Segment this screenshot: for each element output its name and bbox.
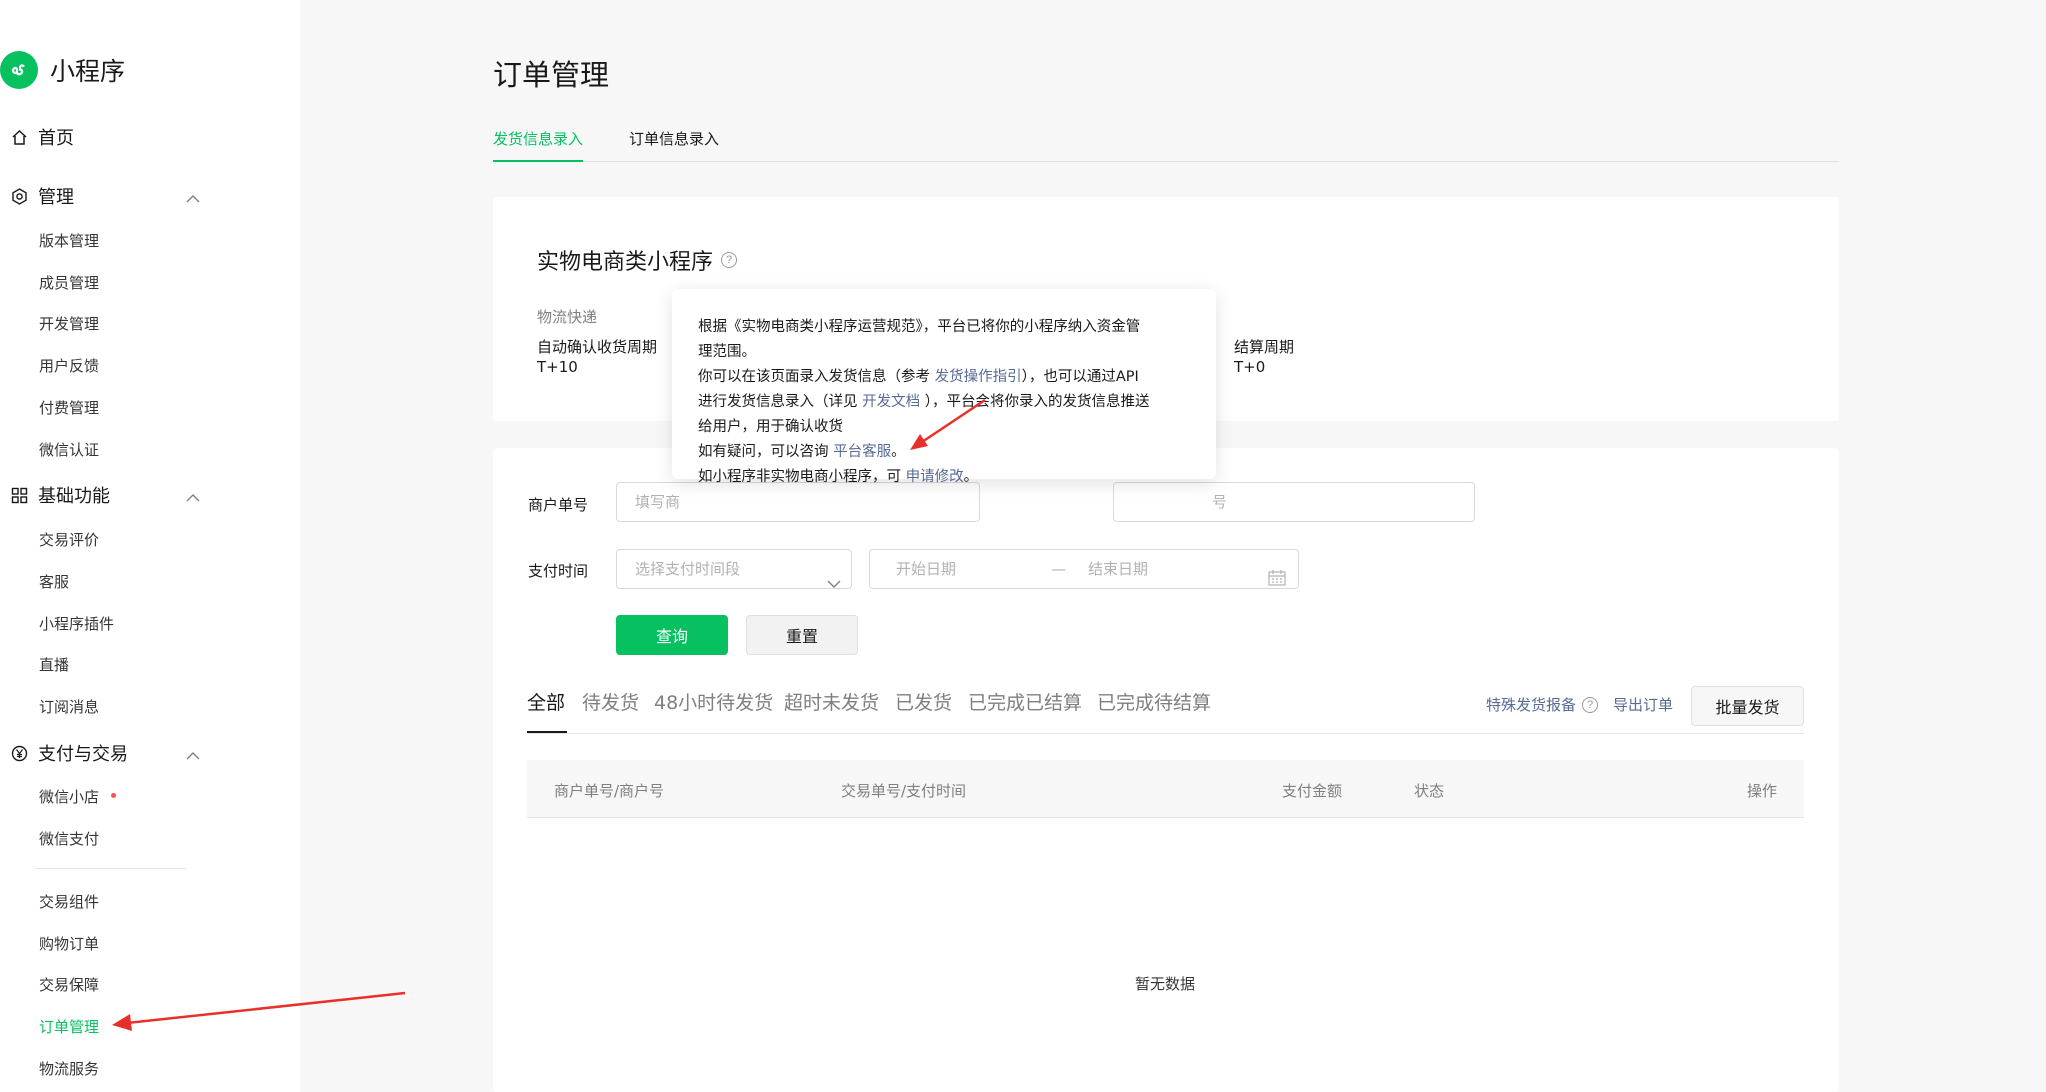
yuan-icon — [10, 744, 28, 762]
batch-ship-button[interactable]: 批量发货 — [1691, 686, 1804, 726]
dev-docs-link[interactable]: 开发文档 — [862, 394, 920, 410]
chevron-up-icon[interactable] — [186, 488, 200, 507]
query-button[interactable]: 查询 — [616, 615, 728, 655]
special-shipping-link[interactable]: 特殊发货报备 ? — [1486, 694, 1599, 715]
sidebar-item-label: 首页 — [38, 128, 74, 149]
confirm-period-value: T+10 — [537, 358, 578, 376]
sidebar-item-wechat-pay[interactable]: 微信支付 — [39, 828, 99, 850]
gear-icon — [10, 187, 28, 205]
column-header: 支付金额 — [1282, 782, 1343, 800]
page-title: 订单管理 — [493, 58, 610, 92]
status-tab-settled[interactable]: 已完成已结算 — [968, 688, 1082, 715]
popover-arrow — [710, 279, 730, 289]
grid-icon — [10, 486, 28, 504]
status-tab-pending[interactable]: 待发货 — [582, 688, 639, 715]
date-range-picker[interactable]: 开始日期 — 结束日期 — [869, 549, 1299, 589]
home-icon — [10, 128, 28, 146]
tab-shipping-entry[interactable]: 发货信息录入 — [493, 128, 584, 162]
platform-support-link[interactable]: 平台客服 — [833, 444, 891, 460]
chevron-up-icon[interactable] — [186, 189, 200, 208]
shipping-guide-link[interactable]: 发货操作指引 — [935, 369, 1022, 385]
merchant-no-label: 商户单号 — [528, 496, 589, 514]
popover-line: 根据《实物电商类小程序运营规范》，平台已将你的小程序纳入资金管 — [698, 319, 1141, 335]
status-tab-overdue[interactable]: 超时未发货 — [784, 688, 879, 715]
sidebar-item-trade-guarantee[interactable]: 交易保障 — [39, 974, 99, 996]
sidebar-item-version[interactable]: 版本管理 — [39, 230, 99, 252]
special-shipping-label: 特殊发货报备 — [1486, 696, 1577, 714]
popover-line: 你可以在该页面录入发货信息（参考 发货操作指引），也可以通过API — [698, 369, 1139, 385]
popover-line: 如有疑问，可以咨询 平台客服。 — [698, 444, 906, 460]
date-separator: — — [1051, 560, 1066, 578]
column-header: 操作 — [1747, 782, 1778, 800]
sidebar-group-label: 管理 — [38, 187, 74, 208]
sidebar-item-logistics[interactable]: 物流服务 — [39, 1058, 99, 1080]
notification-dot — [111, 793, 117, 798]
column-header: 交易单号/支付时间 — [841, 782, 967, 800]
sidebar-item-members[interactable]: 成员管理 — [39, 272, 99, 294]
status-tab-all[interactable]: 全部 — [527, 688, 565, 715]
sidebar-item-billing[interactable]: 付费管理 — [39, 397, 99, 419]
sidebar-item-live[interactable]: 直播 — [39, 654, 69, 676]
help-icon[interactable]: ? — [1582, 696, 1599, 713]
sidebar-group-basic[interactable]: 基础功能 — [10, 480, 200, 510]
sidebar-group-payment[interactable]: 支付与交易 — [10, 738, 200, 768]
sidebar-group-manage[interactable]: 管理 — [10, 181, 200, 211]
confirm-period-label: 自动确认收货周期 — [537, 338, 658, 356]
sidebar-item-shop[interactable]: 微信小店 — [39, 786, 117, 808]
orders-table-header: 商户单号/商户号 交易单号/支付时间 支付金额 状态 操作 — [527, 760, 1804, 818]
export-orders-link[interactable]: 导出订单 — [1613, 694, 1673, 715]
reset-button[interactable]: 重置 — [746, 615, 858, 655]
pay-time-select-value: 选择支付时间段 — [635, 560, 741, 578]
status-tab-shipped[interactable]: 已发货 — [895, 688, 952, 715]
popover-line: 如小程序非实物电商小程序，可 申请修改。 — [698, 469, 979, 485]
info-popover: 根据《实物电商类小程序运营规范》，平台已将你的小程序纳入资金管 理范围。 你可以… — [672, 289, 1216, 485]
status-tabs-divider — [527, 733, 1804, 734]
sidebar-group-label: 基础功能 — [38, 486, 110, 507]
sidebar-item-feedback[interactable]: 用户反馈 — [39, 355, 99, 377]
app-logo[interactable]: 小程序 — [0, 50, 125, 90]
miniprogram-logo-icon — [0, 51, 38, 89]
chevron-up-icon[interactable] — [186, 746, 200, 765]
sidebar-item-plugins[interactable]: 小程序插件 — [39, 613, 114, 635]
end-date-input[interactable]: 结束日期 — [1088, 550, 1148, 588]
sidebar-item-subscribe[interactable]: 订阅消息 — [39, 696, 99, 718]
settle-period-value: T+0 — [1234, 358, 1266, 376]
sidebar-item-reviews[interactable]: 交易评价 — [39, 529, 99, 551]
page-tabs: 发货信息录入 订单信息录入 — [493, 118, 1839, 162]
sidebar-divider — [35, 868, 187, 869]
calendar-icon — [1268, 562, 1286, 600]
info-title: 实物电商类小程序 ? — [537, 244, 738, 276]
help-icon[interactable]: ? — [721, 252, 738, 268]
status-tab-indicator — [527, 731, 567, 733]
chevron-down-icon — [827, 565, 841, 603]
sidebar-item-trade-component[interactable]: 交易组件 — [39, 891, 99, 913]
status-tab-unsettled[interactable]: 已完成待结算 — [1097, 688, 1211, 715]
sidebar-item-order-management[interactable]: 订单管理 — [39, 1016, 99, 1038]
sidebar-item-dev[interactable]: 开发管理 — [39, 313, 99, 335]
category-label: 物流快递 — [537, 308, 598, 326]
popover-line: 进行发货信息录入（详见 开发文档 ），平台会将你录入的发货信息推送 — [698, 394, 1150, 410]
sidebar-group-label: 支付与交易 — [38, 744, 128, 765]
settle-period-label: 结算周期 — [1234, 338, 1295, 356]
sidebar: 小程序 首页 管理 版本管理 成员管理 开发管理 用户反馈 付费管理 微信认证 … — [0, 0, 300, 1092]
app-name: 小程序 — [50, 57, 126, 86]
tab-order-entry[interactable]: 订单信息录入 — [629, 128, 719, 162]
start-date-input[interactable]: 开始日期 — [896, 560, 956, 578]
sidebar-item-service[interactable]: 客服 — [39, 571, 69, 593]
popover-line: 给用户，用于确认收货 — [698, 419, 843, 435]
sidebar-item-wechat-auth[interactable]: 微信认证 — [39, 439, 99, 461]
column-header: 状态 — [1414, 782, 1445, 800]
request-change-link[interactable]: 申请修改 — [906, 469, 964, 485]
popover-line: 理范围。 — [698, 344, 756, 360]
column-header: 商户单号/商户号 — [554, 782, 665, 800]
pay-time-select[interactable]: 选择支付时间段 — [616, 549, 852, 589]
sidebar-item-label: 微信小店 — [39, 788, 100, 806]
pay-time-label: 支付时间 — [528, 562, 589, 580]
status-tab-48h[interactable]: 48小时待发货 — [654, 688, 773, 715]
info-title-text: 实物电商类小程序 — [537, 250, 714, 275]
sidebar-item-home[interactable]: 首页 — [10, 122, 200, 152]
sidebar-item-shopping-orders[interactable]: 购物订单 — [39, 933, 99, 955]
empty-state-text: 暂无数据 — [1135, 975, 1196, 993]
